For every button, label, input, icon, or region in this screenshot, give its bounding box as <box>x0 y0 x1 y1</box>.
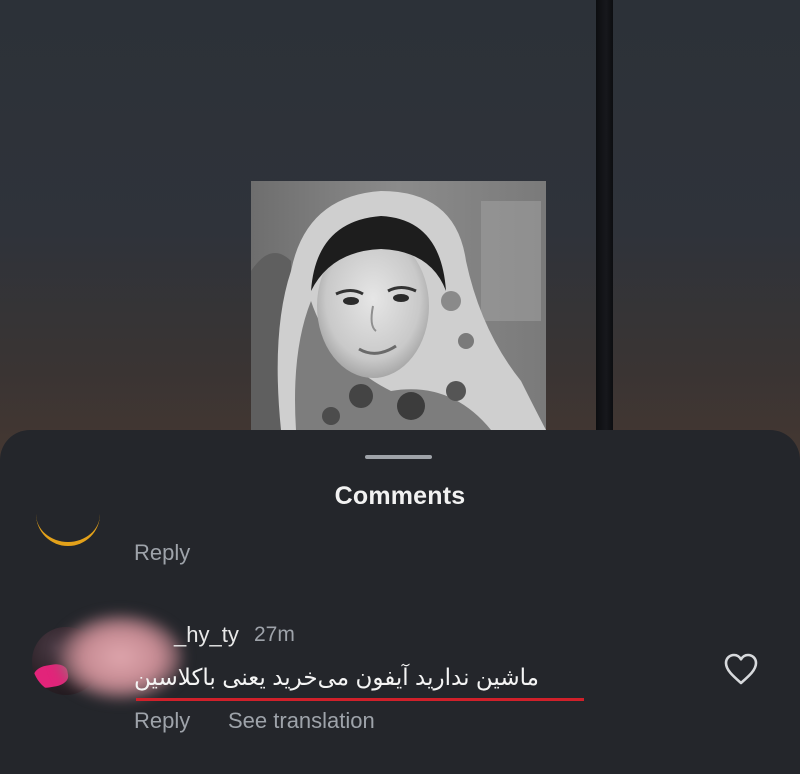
reply-button[interactable]: Reply <box>134 708 190 734</box>
commenter-username[interactable]: _hy_ty <box>174 622 239 648</box>
comment-timestamp: 27m <box>254 623 295 646</box>
previous-comment-reply-button[interactable]: Reply <box>134 540 190 566</box>
comments-sheet: Comments Reply _hy_ty 27m ماشین ندارید آ… <box>0 430 800 774</box>
drag-handle[interactable] <box>365 455 432 459</box>
comment-highlight-underline <box>136 698 584 701</box>
like-heart-icon[interactable] <box>723 652 759 686</box>
post-photo <box>251 181 546 430</box>
comment-text: ماشین ندارید آیفون می‌خرید یعنی باکلاسین <box>134 664 539 690</box>
post-photo-image <box>251 181 546 430</box>
story-ring <box>36 508 100 546</box>
sheet-title: Comments <box>334 482 466 510</box>
background-pole <box>596 0 613 430</box>
previous-comment-avatar[interactable] <box>36 508 100 548</box>
see-translation-button[interactable]: See translation <box>228 708 375 734</box>
